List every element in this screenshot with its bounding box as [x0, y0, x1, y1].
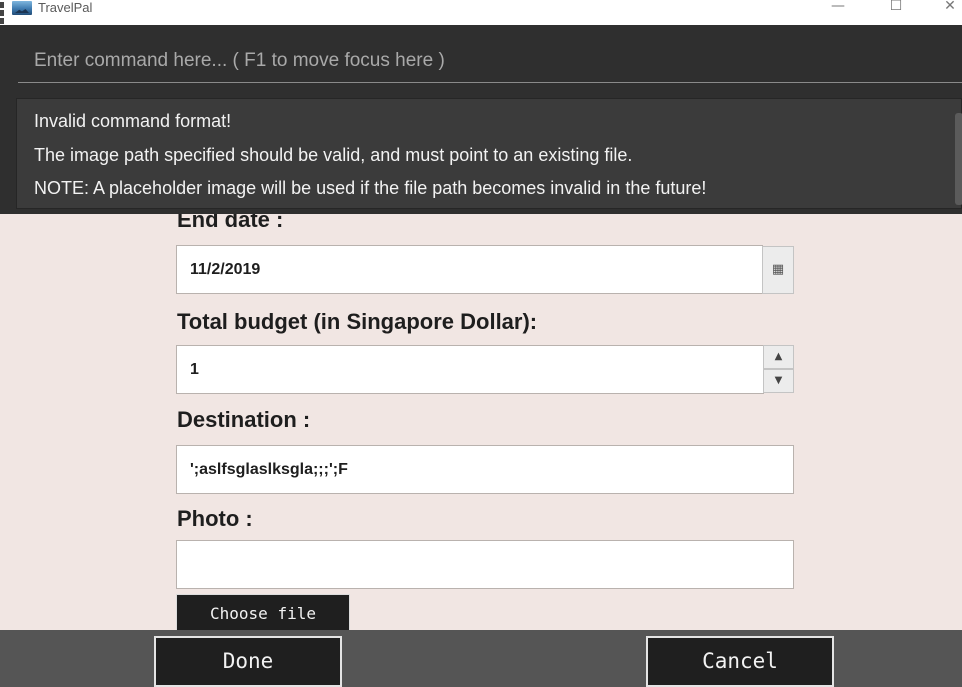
result-line: NOTE: A placeholder image will be used i…	[34, 178, 707, 198]
end-date-label: End date :	[177, 214, 284, 232]
maximize-icon[interactable]: ☐	[876, 0, 916, 16]
destination-field[interactable]: ';aslfsglaslksgla;;;';F	[176, 445, 794, 494]
trip-form: End date : 11/2/2019 ▦ Total budget (in …	[0, 214, 962, 630]
budget-label: Total budget (in Singapore Dollar):	[177, 309, 538, 334]
cancel-button[interactable]: Cancel	[646, 636, 834, 687]
title-bar: TravelPal — ☐ ✕	[0, 0, 962, 25]
close-icon[interactable]: ✕	[930, 0, 962, 16]
result-line: Invalid command format!	[34, 111, 232, 131]
result-scrollbar[interactable]	[955, 113, 962, 205]
destination-label: Destination :	[177, 407, 311, 432]
done-button[interactable]: Done	[154, 636, 342, 687]
window-title: TravelPal	[38, 0, 93, 15]
action-bar: Done Cancel	[0, 630, 962, 687]
spinner-down-icon[interactable]: ▼	[763, 369, 794, 393]
command-input[interactable]	[18, 39, 962, 83]
command-box	[0, 25, 962, 95]
minimize-icon[interactable]: —	[818, 0, 858, 16]
result-display: Invalid command format! The image path s…	[0, 95, 962, 214]
photo-path-field[interactable]	[176, 540, 794, 589]
result-line: The image path specified should be valid…	[34, 145, 633, 165]
spinner-up-icon[interactable]: ▲	[763, 345, 794, 369]
end-date-field[interactable]: 11/2/2019	[176, 245, 763, 294]
landscape-photo-icon	[12, 1, 32, 15]
choose-file-button[interactable]: Choose file	[176, 594, 350, 630]
photo-label: Photo :	[177, 506, 253, 531]
result-text-area[interactable]: Invalid command format! The image path s…	[16, 98, 962, 209]
calendar-icon[interactable]: ▦	[762, 246, 794, 294]
budget-field[interactable]: 1	[176, 345, 764, 394]
